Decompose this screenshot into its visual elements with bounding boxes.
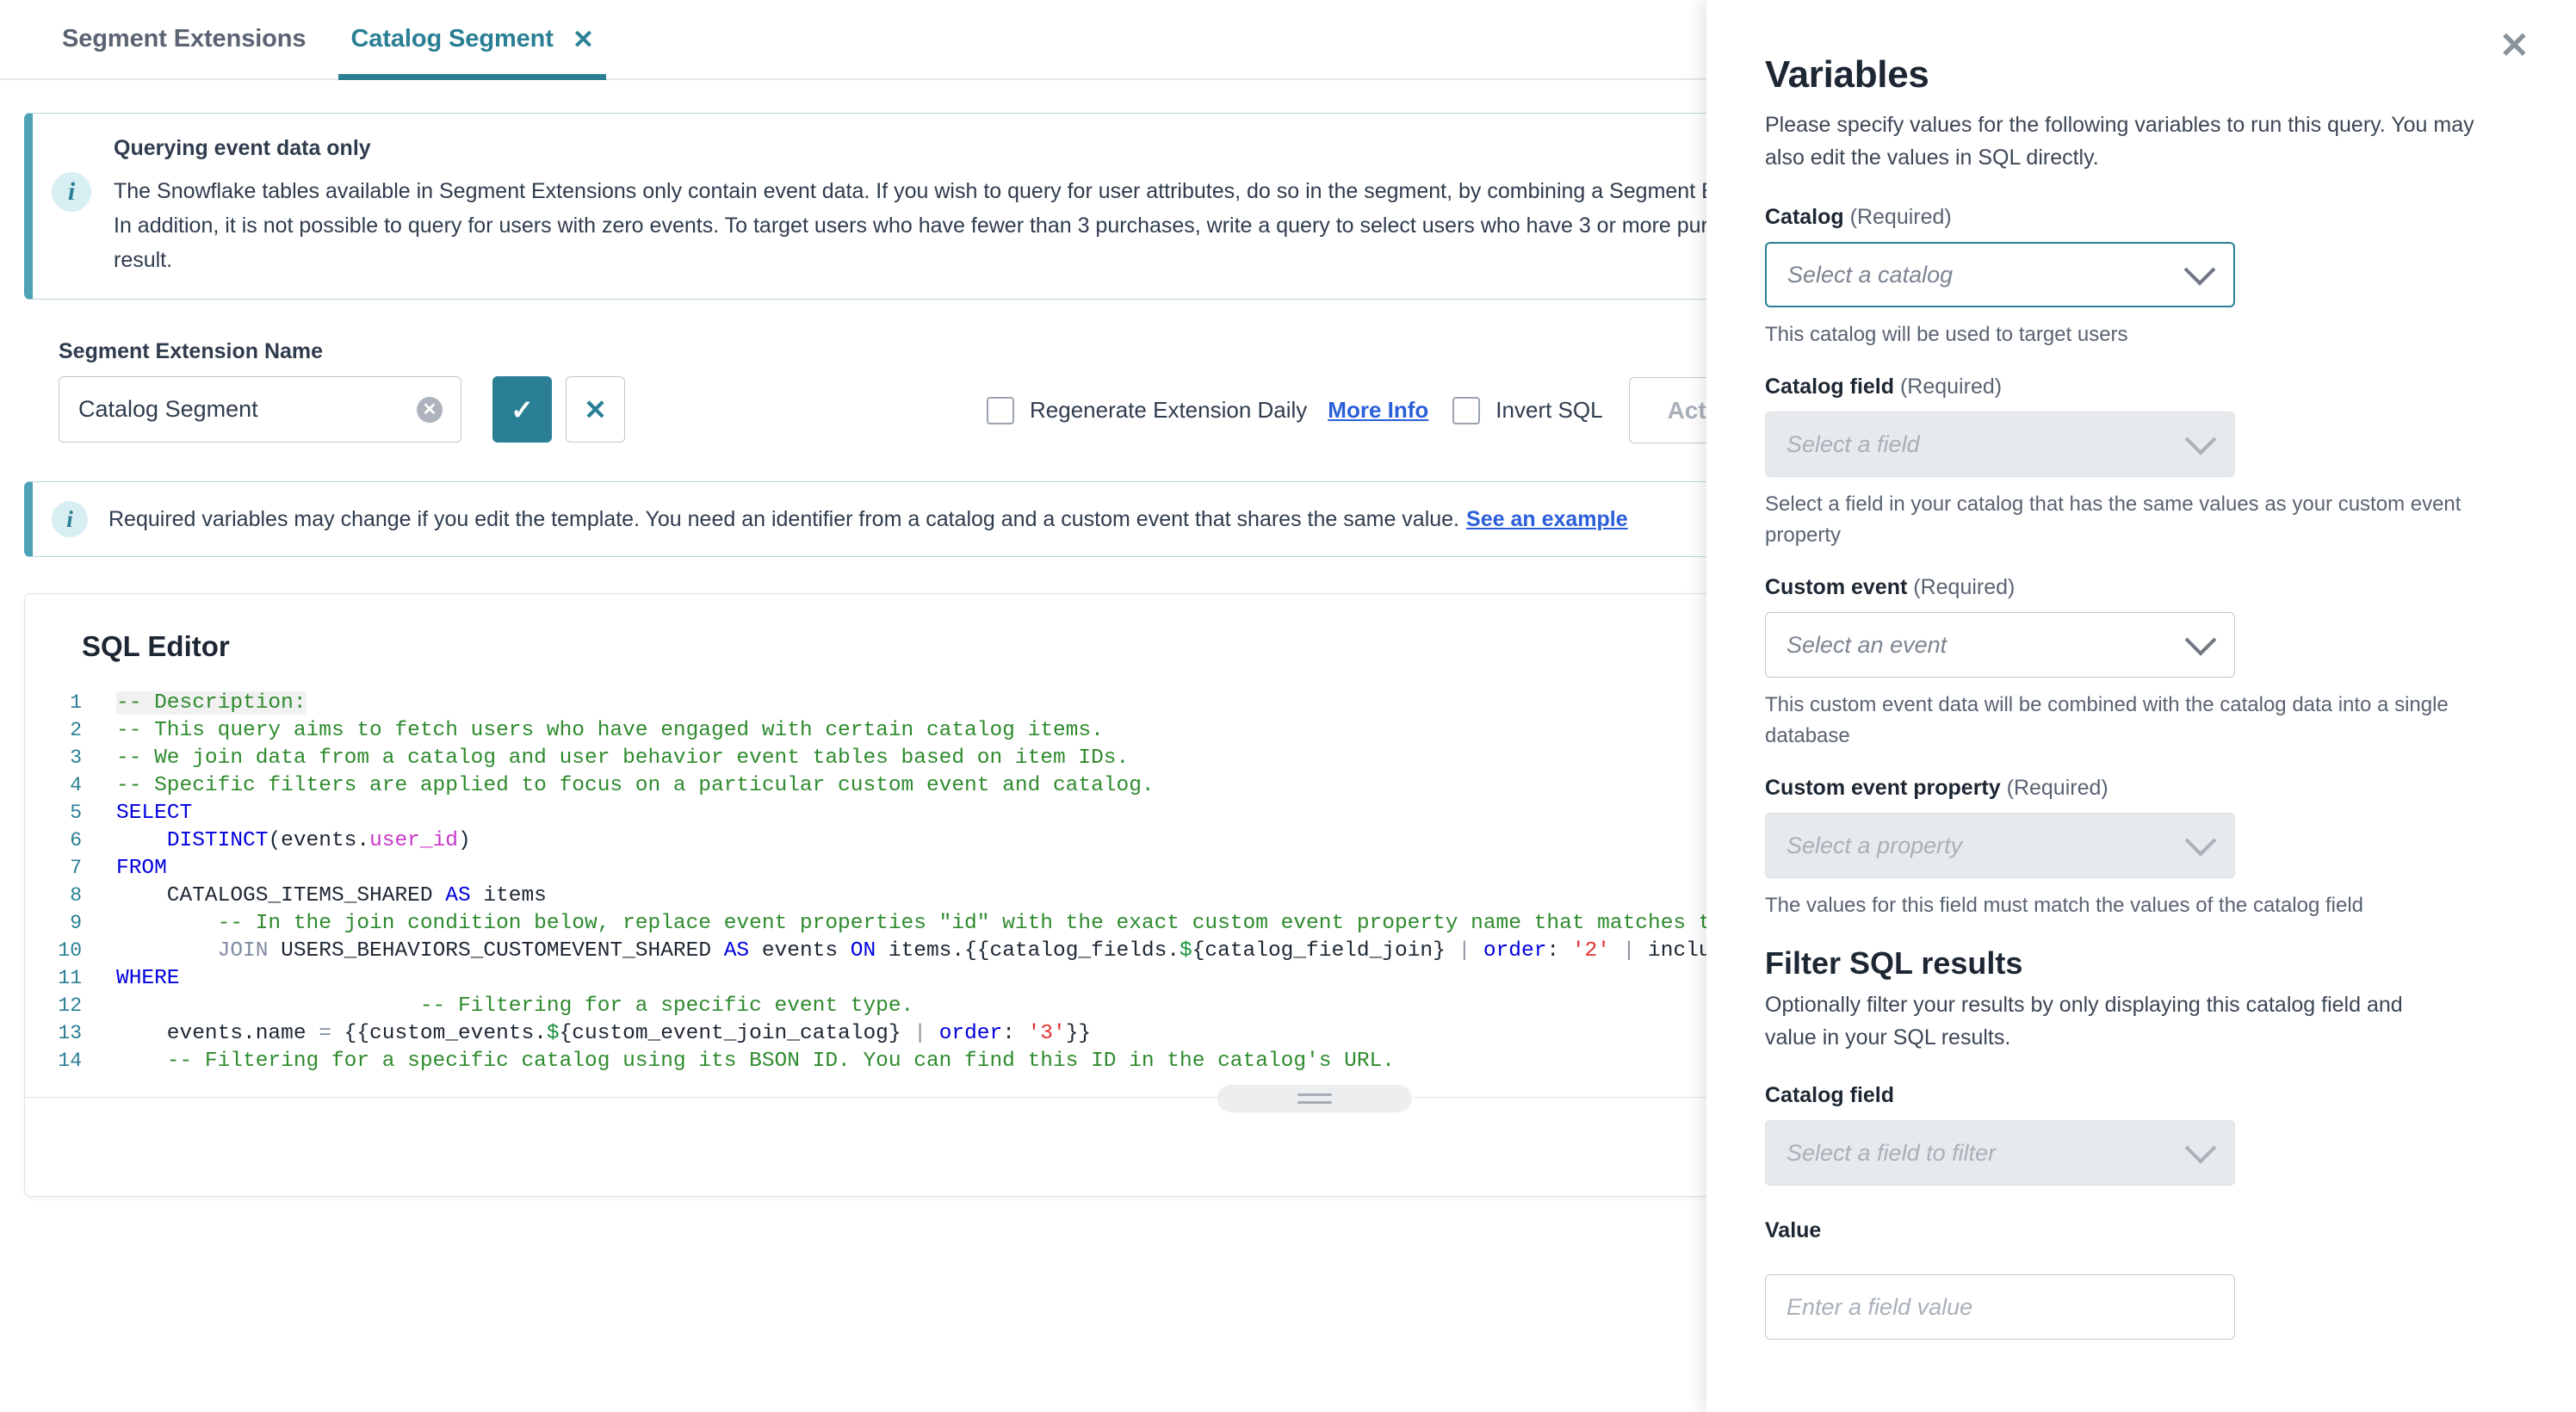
line-number: 2 <box>70 719 82 741</box>
required-suffix: (Required) <box>1913 575 2016 599</box>
chevron-down-icon <box>2184 623 2217 656</box>
filter-catalog-field-select[interactable]: Select a field to filter <box>1765 1120 2235 1186</box>
filter-catalog-field-value: Select a field to filter <box>1786 1139 1997 1166</box>
code-text: -- This query aims to fetch users who ha… <box>116 718 1104 742</box>
filter-value-input[interactable] <box>1765 1274 2235 1340</box>
catalog-help-text: This catalog will be used to target user… <box>1765 323 2128 346</box>
custom-event-property-select[interactable]: Select a property <box>1765 813 2235 878</box>
chevron-down-icon <box>2183 253 2216 286</box>
custom-event-property-help-text: The values for this field must match the… <box>1765 894 2364 917</box>
line-number: 13 <box>58 1022 82 1044</box>
chevron-down-icon <box>2184 824 2217 857</box>
confirm-name-button[interactable]: ✓ <box>492 376 552 443</box>
custom-event-select[interactable]: Select an event <box>1765 612 2235 678</box>
segment-extension-name-label: Segment Extension Name <box>59 339 324 363</box>
code-text: CATALOGS_ITEMS_SHARED AS items <box>116 883 547 907</box>
code-text: events.name = {{custom_events.${custom_e… <box>116 1021 1092 1045</box>
code-text: JOIN USERS_BEHAVIORS_CUSTOMEVENT_SHARED … <box>217 938 1838 963</box>
filter-sql-results-subtitle: Optionally filter your results by only d… <box>1765 993 2403 1050</box>
info-icon: i <box>52 501 88 537</box>
line-number: 10 <box>58 939 82 962</box>
code-text: -- In the join condition below, replace … <box>116 911 1838 935</box>
line-number: 5 <box>70 802 82 824</box>
line-number: 8 <box>70 884 82 907</box>
regenerate-extension-daily-label: Regenerate Extension Daily <box>1030 397 1308 423</box>
tab-catalog-segment[interactable]: Catalog Segment ✕ <box>328 0 616 80</box>
tab-segment-extensions[interactable]: Segment Extensions <box>40 0 328 78</box>
required-suffix: (Required) <box>1849 205 1952 229</box>
panel-subtitle: Please specify values for the following … <box>1765 113 2474 170</box>
see-an-example-link[interactable]: See an example <box>1466 507 1628 531</box>
line-number: 14 <box>58 1050 82 1072</box>
line-number: 6 <box>70 829 82 852</box>
tab-label: Catalog Segment <box>350 25 554 53</box>
filter-value-label: Value <box>1765 1218 1822 1242</box>
chevron-down-icon <box>2184 1131 2217 1164</box>
custom-event-help-text: This custom event data will be combined … <box>1765 693 2449 747</box>
catalog-field-label-text: Catalog field <box>1765 375 1895 399</box>
info-icon: i <box>52 172 91 212</box>
line-number: 12 <box>58 994 82 1017</box>
code-text: FROM <box>116 856 167 880</box>
clear-icon[interactable]: ✕ <box>417 396 443 423</box>
custom-event-select-value: Select an event <box>1786 631 1947 658</box>
close-icon[interactable]: ✕ <box>573 27 594 53</box>
required-variables-message: Required variables may change if you edi… <box>108 506 1460 531</box>
catalog-label-text: Catalog <box>1765 205 1844 229</box>
code-text: SELECT <box>116 801 193 825</box>
code-text: -- Description: <box>116 691 307 715</box>
filter-catalog-field-label: Catalog field <box>1765 1083 1895 1107</box>
code-text: -- Filtering for a specific event type. <box>116 994 914 1018</box>
catalog-select[interactable]: Select a catalog <box>1765 242 2235 307</box>
filter-sql-results-title: Filter SQL results <box>1765 945 2023 981</box>
custom-event-label-text: Custom event <box>1765 575 1908 599</box>
line-number: 4 <box>70 774 82 796</box>
required-suffix: (Required) <box>1899 375 2003 399</box>
resize-grip-icon[interactable] <box>1217 1085 1412 1112</box>
required-suffix: (Required) <box>2006 776 2108 800</box>
catalog-field-help-text: Select a field in your catalog that has … <box>1765 492 2461 547</box>
code-text: DISTINCT(events.user_id) <box>166 828 471 852</box>
name-field-group: Segment Extension Name ✕ ✓ ✕ <box>59 339 625 443</box>
code-text: WHERE <box>116 966 180 990</box>
extension-options-row: Regenerate Extension Daily More Info Inv… <box>987 377 1745 443</box>
catalog-field-field-label: Catalog field (Required) <box>1765 375 2517 399</box>
custom-event-property-select-value: Select a property <box>1786 832 1963 858</box>
invert-sql-label: Invert SQL <box>1495 397 1603 423</box>
regenerate-extension-daily-checkbox[interactable] <box>987 396 1014 424</box>
required-variables-text: Required variables may change if you edi… <box>108 507 1628 532</box>
line-number: 9 <box>70 912 82 934</box>
close-icon[interactable]: ✕ <box>2499 28 2530 64</box>
more-info-link[interactable]: More Info <box>1328 397 1428 424</box>
catalog-field-select[interactable]: Select a field <box>1765 412 2235 477</box>
cancel-name-button[interactable]: ✕ <box>566 376 625 443</box>
custom-event-property-field-label: Custom event property (Required) <box>1765 776 2517 801</box>
catalog-select-value: Select a catalog <box>1787 261 1954 288</box>
custom-event-field-label: Custom event (Required) <box>1765 575 2517 600</box>
invert-sql-checkbox[interactable] <box>1452 396 1481 424</box>
line-number: 11 <box>58 967 82 989</box>
code-text: -- Specific filters are applied to focus… <box>116 773 1155 797</box>
line-number: 1 <box>70 691 82 714</box>
name-input-wrap: ✕ ✓ ✕ <box>59 376 625 443</box>
catalog-field-select-value: Select a field <box>1786 430 1920 457</box>
tab-label: Segment Extensions <box>62 25 307 53</box>
line-number: 7 <box>70 857 82 879</box>
code-text: -- We join data from a catalog and user … <box>116 746 1130 770</box>
line-number: 3 <box>70 746 82 769</box>
panel-title: Variables <box>1765 53 1929 96</box>
code-text: -- Filtering for a specific catalog usin… <box>116 1049 1395 1073</box>
custom-event-property-label-text: Custom event property <box>1765 776 2001 800</box>
catalog-field-label: Catalog (Required) <box>1765 205 2517 230</box>
segment-extension-name-input[interactable] <box>59 376 461 443</box>
chevron-down-icon <box>2184 423 2217 455</box>
variables-panel: ✕ Variables Please specify values for th… <box>1706 0 2576 1412</box>
